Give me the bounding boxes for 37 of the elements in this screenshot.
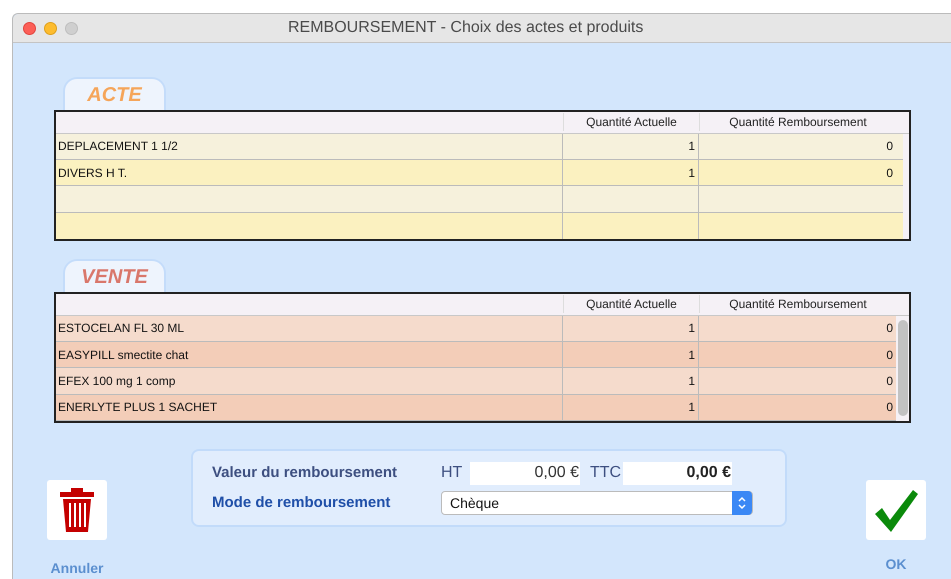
window-title: REMBOURSEMENT - Choix des actes et produits bbox=[288, 18, 644, 38]
field-label: HT bbox=[441, 463, 464, 483]
column-header[interactable]: Quantité Remboursement bbox=[699, 113, 896, 132]
checkmark-icon bbox=[873, 488, 919, 532]
table-cell: ESTOCELAN FL 30 ML bbox=[56, 316, 563, 341]
table-cell-text: 0 bbox=[885, 399, 894, 416]
table-cell-text: 0 bbox=[885, 372, 894, 390]
table-cell: DEPLACEMENT 1 1/2 bbox=[56, 134, 563, 159]
table-cell: ENERLYTE PLUS 1 SACHET bbox=[56, 394, 563, 420]
table-cell: 1 bbox=[563, 316, 699, 341]
field-label: Mode de remboursement bbox=[212, 492, 392, 513]
table-cell: 1 bbox=[563, 134, 699, 159]
zoom-button[interactable] bbox=[65, 22, 78, 34]
table-cell: DIVERS H T. bbox=[56, 160, 563, 186]
table-cell: 1 bbox=[563, 160, 699, 186]
scrollbar-thumb[interactable] bbox=[898, 320, 908, 416]
table-cell-text: 0 bbox=[885, 164, 894, 182]
close-button[interactable] bbox=[23, 22, 36, 34]
table-cell: 1 bbox=[563, 368, 699, 394]
table-cell: 1 bbox=[563, 394, 699, 420]
table-cell: EASYPILL smectite chat bbox=[56, 342, 563, 368]
table-cell: 1 bbox=[563, 342, 699, 368]
column-header[interactable]: Quantité Actuelle bbox=[563, 295, 699, 314]
ht-field[interactable]: 0,00 € bbox=[470, 462, 580, 484]
table-cell-text: 0 bbox=[885, 320, 894, 338]
field-label: Valeur du remboursement bbox=[212, 462, 398, 483]
column-header[interactable]: Quantité Actuelle bbox=[563, 113, 699, 132]
mode-dropdown[interactable]: Chèque bbox=[441, 491, 753, 515]
table-cell-text: 0 bbox=[885, 346, 894, 364]
minimize-button[interactable] bbox=[44, 22, 57, 34]
stepper-icon bbox=[732, 491, 752, 515]
table-cell-text: 0 bbox=[885, 138, 894, 156]
ttc-field[interactable]: 0,00 € bbox=[623, 462, 732, 484]
trash-icon bbox=[58, 488, 96, 532]
column-header[interactable]: Quantité Remboursement bbox=[699, 295, 896, 314]
table-cell: EFEX 100 mg 1 comp bbox=[56, 368, 563, 394]
field-label: TTC bbox=[589, 463, 622, 483]
